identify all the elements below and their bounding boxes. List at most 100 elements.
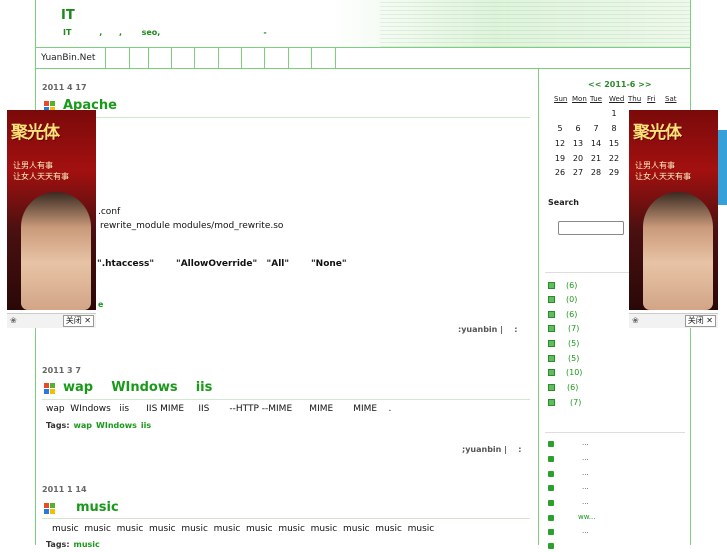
ad-close-button[interactable]: 关闭 ✕ [684,315,716,327]
calendar-day[interactable]: 28 [588,168,604,177]
calendar-day[interactable]: 1 [606,109,622,118]
nav-separator [311,48,312,68]
floating-ad-right[interactable]: 聚光体 让男人有事 让女人天天有事 ❀ 关闭 ✕ [629,110,718,328]
post-text: wap WIndows iis IIS MIME IIS --HTTP --MI… [46,404,392,414]
windows-icon [44,503,56,515]
calendar-day[interactable]: 22 [606,154,622,163]
calendar-day[interactable]: 14 [588,139,604,148]
post-meta: ;yuanbin | : [462,445,522,454]
nav-separator [218,48,219,68]
close-icon: ✕ [706,316,713,325]
calendar-weekday: Tue [590,95,602,103]
category-count: (5) [568,339,580,348]
bullet-icon [548,456,554,462]
nav-separator [335,48,336,68]
calendar-day[interactable]: 20 [570,154,586,163]
read-more-link[interactable]: e [98,300,103,309]
calendar-weekday: Fri [647,95,656,103]
windows-icon [44,383,56,395]
flower-icon: ❀ [10,316,17,325]
recent-title: ... [582,469,589,477]
calendar-day[interactable]: 29 [606,168,622,177]
post-meta: :yuanbin | : [458,325,518,334]
tags-label: Tags: [46,421,70,430]
search-input[interactable] [558,221,624,235]
ad-slogan: 让男人有事 让女人天天有事 [635,161,691,181]
floating-ad-left[interactable]: 聚光体 让男人有事 让女人天天有事 ❀ 关闭 ✕ [7,110,96,328]
calendar-day[interactable]: 12 [552,139,568,148]
tag-link[interactable]: iis [141,421,151,430]
category-icon [548,355,555,362]
recent-title: ... [582,439,589,447]
post-divider [42,399,530,400]
category-icon [548,340,555,347]
category-icon [548,369,555,376]
close-label: 关闭 [65,316,82,325]
nav-separator [264,48,265,68]
bullet-icon [548,485,554,491]
calendar-day[interactable]: 15 [606,139,622,148]
category-count: (10) [566,368,583,377]
calendar-day[interactable]: 26 [552,168,568,177]
site-title[interactable]: IT [61,8,75,23]
category-count: (7) [570,398,582,407]
nav-separator [129,48,130,68]
calendar-title[interactable]: << 2011-6 >> [588,80,652,89]
post-text: .conf [98,207,121,217]
nav-separator [194,48,195,68]
site-subtitle: IT , , seo, - [63,28,267,37]
ad-model-image [643,192,713,310]
flower-icon: ❀ [632,316,639,325]
ad-model-image [21,192,91,310]
sidebar-divider [538,68,539,545]
ad-title: 聚光体 [11,123,60,143]
calendar-day[interactable]: 21 [588,154,604,163]
calendar-day[interactable]: 8 [606,124,622,133]
tag-link[interactable]: WIndows [96,421,137,430]
nav-separator [148,48,149,68]
calendar-weekday: Sat [665,95,677,103]
category-count: (6) [566,310,578,319]
post-title[interactable]: music [76,500,119,515]
search-heading: Search [548,198,579,207]
post-divider [42,518,530,519]
calendar-weekday: Sun [554,95,568,103]
category-count: (6) [566,281,578,290]
category-count: (5) [568,354,580,363]
side-floating-tab[interactable] [718,130,727,205]
ad-close-button[interactable]: 关闭 ✕ [62,315,94,327]
ad-image[interactable]: 聚光体 让男人有事 让女人天天有事 [629,110,718,310]
recent-title: ... [582,454,589,462]
ad-toolbar: ❀ 关闭 ✕ [629,313,718,328]
post-text: ".htaccess" "AllowOverride" "All" "None" [97,259,347,269]
calendar-day[interactable]: 19 [552,154,568,163]
category-count: (6) [567,383,579,392]
nav-separator [105,48,106,68]
post-divider [42,117,530,118]
category-icon [548,325,555,332]
bullet-icon [548,543,554,549]
post-tags: Tags: wap WIndows iis [46,421,151,430]
post-date: 2011 3 7 [42,366,81,375]
calendar-day[interactable]: 5 [552,124,568,133]
calendar-day[interactable]: 6 [570,124,586,133]
nav-separator [241,48,242,68]
post-text: rewrite_module modules/mod_rewrite.so [100,221,284,231]
ad-toolbar: ❀ 关闭 ✕ [7,313,96,328]
ad-title: 聚光体 [633,123,682,143]
calendar-weekday: Wed [609,95,625,103]
post-date: 2011 4 17 [42,83,87,92]
calendar-weekday: Thu [628,95,642,103]
calendar-day[interactable]: 13 [570,139,586,148]
bullet-icon [548,471,554,477]
nav-home-link[interactable]: YuanBin.Net [41,53,95,63]
calendar-day[interactable]: 27 [570,168,586,177]
bullet-icon [548,529,554,535]
tag-link[interactable]: wap [74,421,93,430]
post-title[interactable]: wap WIndows iis [63,380,212,395]
category-icon [548,296,555,303]
calendar-day[interactable]: 7 [588,124,604,133]
sidebar-divider [545,432,685,433]
ad-image[interactable]: 聚光体 让男人有事 让女人天天有事 [7,110,96,310]
main-nav: YuanBin.Net [36,47,690,69]
